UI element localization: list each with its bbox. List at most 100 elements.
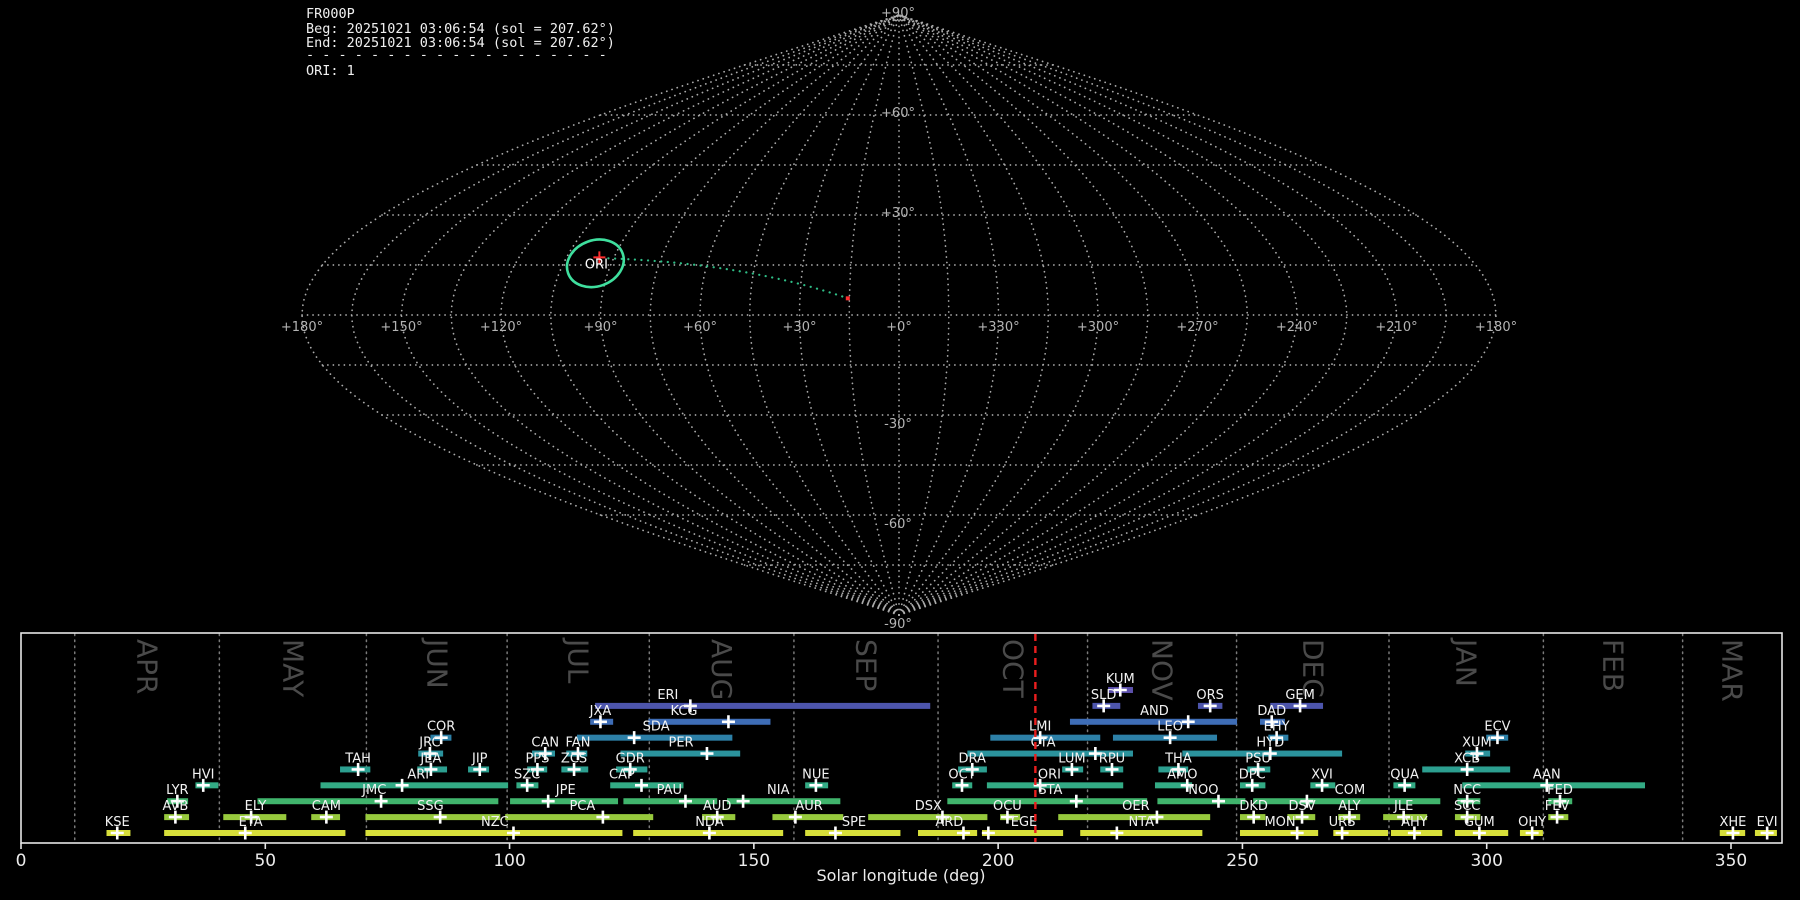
shower-label-ECV: ECV: [1484, 720, 1510, 735]
shower-label-ORS: ORS: [1196, 688, 1224, 703]
shower-label-ARD: ARD: [935, 815, 963, 830]
shower-label-XUM: XUM: [1462, 736, 1492, 751]
shower-label-NDA: NDA: [695, 815, 724, 830]
shower-count-text: ORI: 1: [306, 63, 355, 79]
shower-bar-AND: [1069, 718, 1238, 725]
shower-label-JLE: JLE: [1393, 799, 1413, 814]
shower-label-GEM: GEM: [1285, 688, 1315, 703]
ra-axis-label: +330°: [977, 320, 1019, 335]
shower-label-DSX: DSX: [915, 799, 942, 814]
separator-text: - - - - - - - - - - - - - - - - - - -: [306, 47, 607, 63]
month-label: JUL: [562, 637, 595, 684]
month-label: JAN: [1450, 637, 1483, 687]
shower-label-DRA: DRA: [959, 751, 987, 766]
x-tick-label: 350: [1715, 851, 1747, 871]
shower-bar-JPE: [510, 798, 619, 805]
ra-axis-label: +300°: [1077, 320, 1119, 335]
ra-axis-label: +60°: [683, 320, 717, 335]
shower-bar-NOO: [1157, 798, 1246, 805]
x-tick-label: 200: [982, 851, 1014, 871]
radiant-code-label: ORI: [585, 257, 608, 272]
dec-axis-label: -30°: [884, 417, 912, 432]
shower-label-PCA: PCA: [569, 799, 595, 814]
shower-label-ARI: ARI: [407, 767, 429, 782]
shower-bar-SSG: [365, 814, 501, 821]
shower-bar-MON: [1239, 830, 1319, 837]
shower-label-AUD: AUD: [703, 799, 731, 814]
shower-label-NIA: NIA: [767, 783, 790, 798]
shower-label-AMO: AMO: [1167, 767, 1197, 782]
shower-label-AUR: AUR: [795, 799, 822, 814]
ra-axis-label: +0°: [886, 320, 912, 335]
month-label: NOV: [1146, 639, 1179, 701]
x-tick-label: 100: [493, 851, 525, 871]
dec-axis-label: -90°: [884, 617, 912, 632]
shower-label-FEV: FEV: [1545, 799, 1570, 814]
shower-label-JXA: JXA: [589, 704, 612, 719]
shower-label-JPE: JPE: [555, 783, 576, 798]
month-label: OCT: [996, 639, 1029, 699]
shower-label-SZC: SZC: [514, 767, 540, 782]
shower-label-DAD: DAD: [1257, 704, 1286, 719]
shower-label-OHY: OHY: [1518, 815, 1546, 830]
shower-label-LMI: LMI: [1029, 720, 1051, 735]
ra-axis-label: +120°: [480, 320, 522, 335]
scene-canvas: FR000P Beg: 20251021 03:06:54 (sol = 207…: [0, 0, 1800, 900]
shower-bar-STA: [947, 798, 1148, 805]
shower-label-SSG: SSG: [417, 799, 444, 814]
shower-label-JRC: JRC: [418, 736, 440, 751]
x-axis-title: Solar longitude (deg): [817, 866, 986, 885]
shower-label-DPC: DPC: [1239, 767, 1266, 782]
background: [0, 0, 1800, 900]
x-tick-label: 50: [254, 851, 276, 871]
shower-label-COR: COR: [427, 720, 455, 735]
x-tick-label: 300: [1470, 851, 1502, 871]
shower-label-NOO: NOO: [1188, 783, 1218, 798]
x-tick-label: 250: [1226, 851, 1258, 871]
ra-axis-label: +240°: [1276, 320, 1318, 335]
drift-end-marker: [845, 296, 850, 301]
month-label: AUG: [705, 639, 738, 700]
ra-axis-label: +210°: [1375, 320, 1417, 335]
shower-label-PPS: PPS: [525, 751, 549, 766]
shower-label-EHY: EHY: [1264, 720, 1290, 735]
shower-label-KUM: KUM: [1106, 672, 1135, 687]
shower-label-NZC: NZC: [481, 815, 509, 830]
shower-label-URS: URS: [1329, 815, 1356, 830]
dec-axis-label: +90°: [881, 6, 915, 21]
dec-axis-label: -60°: [884, 517, 912, 532]
shower-label-MON: MON: [1264, 815, 1295, 830]
shower-bar-AUR: [772, 814, 844, 821]
shower-bar-PCA: [505, 814, 654, 821]
shower-label-ALY: ALY: [1338, 799, 1360, 814]
ra-axis-label: +150°: [380, 320, 422, 335]
shower-bar-SPE: [805, 830, 901, 837]
shower-label-THA: THA: [1164, 751, 1192, 766]
designation-text: FR000P: [306, 6, 355, 22]
shower-label-KSE: KSE: [105, 815, 130, 830]
shower-label-SDA: SDA: [643, 720, 670, 735]
dec-axis-label: +30°: [881, 206, 915, 221]
shower-bar-NTA: [1080, 830, 1203, 837]
shower-label-EVI: EVI: [1757, 815, 1778, 830]
shower-label-ORI: ORI: [1038, 767, 1061, 782]
shower-label-GDR: GDR: [616, 751, 645, 766]
shower-label-DKD: DKD: [1239, 799, 1268, 814]
shower-label-GUM: GUM: [1464, 815, 1495, 830]
shower-label-JEA: JEA: [419, 751, 441, 766]
shower-label-LYR: LYR: [166, 783, 189, 798]
shower-label-OER: OER: [1122, 799, 1149, 814]
shower-label-FAN: FAN: [566, 736, 591, 751]
shower-label-PSU: PSU: [1245, 751, 1271, 766]
shower-label-CAP: CAP: [609, 767, 635, 782]
shower-label-SPE: SPE: [842, 815, 866, 830]
shower-label-RPU: RPU: [1099, 751, 1125, 766]
shower-label-LEO: LEO: [1157, 720, 1183, 735]
shower-label-NTA: NTA: [1129, 815, 1155, 830]
shower-label-EGE: EGE: [1011, 815, 1038, 830]
month-label: APR: [131, 639, 164, 695]
shower-bar-ARI: [320, 782, 509, 789]
shower-label-AVB: AVB: [162, 799, 188, 814]
shower-label-XHE: XHE: [1719, 815, 1746, 830]
shower-bar-NZC: [365, 830, 623, 837]
